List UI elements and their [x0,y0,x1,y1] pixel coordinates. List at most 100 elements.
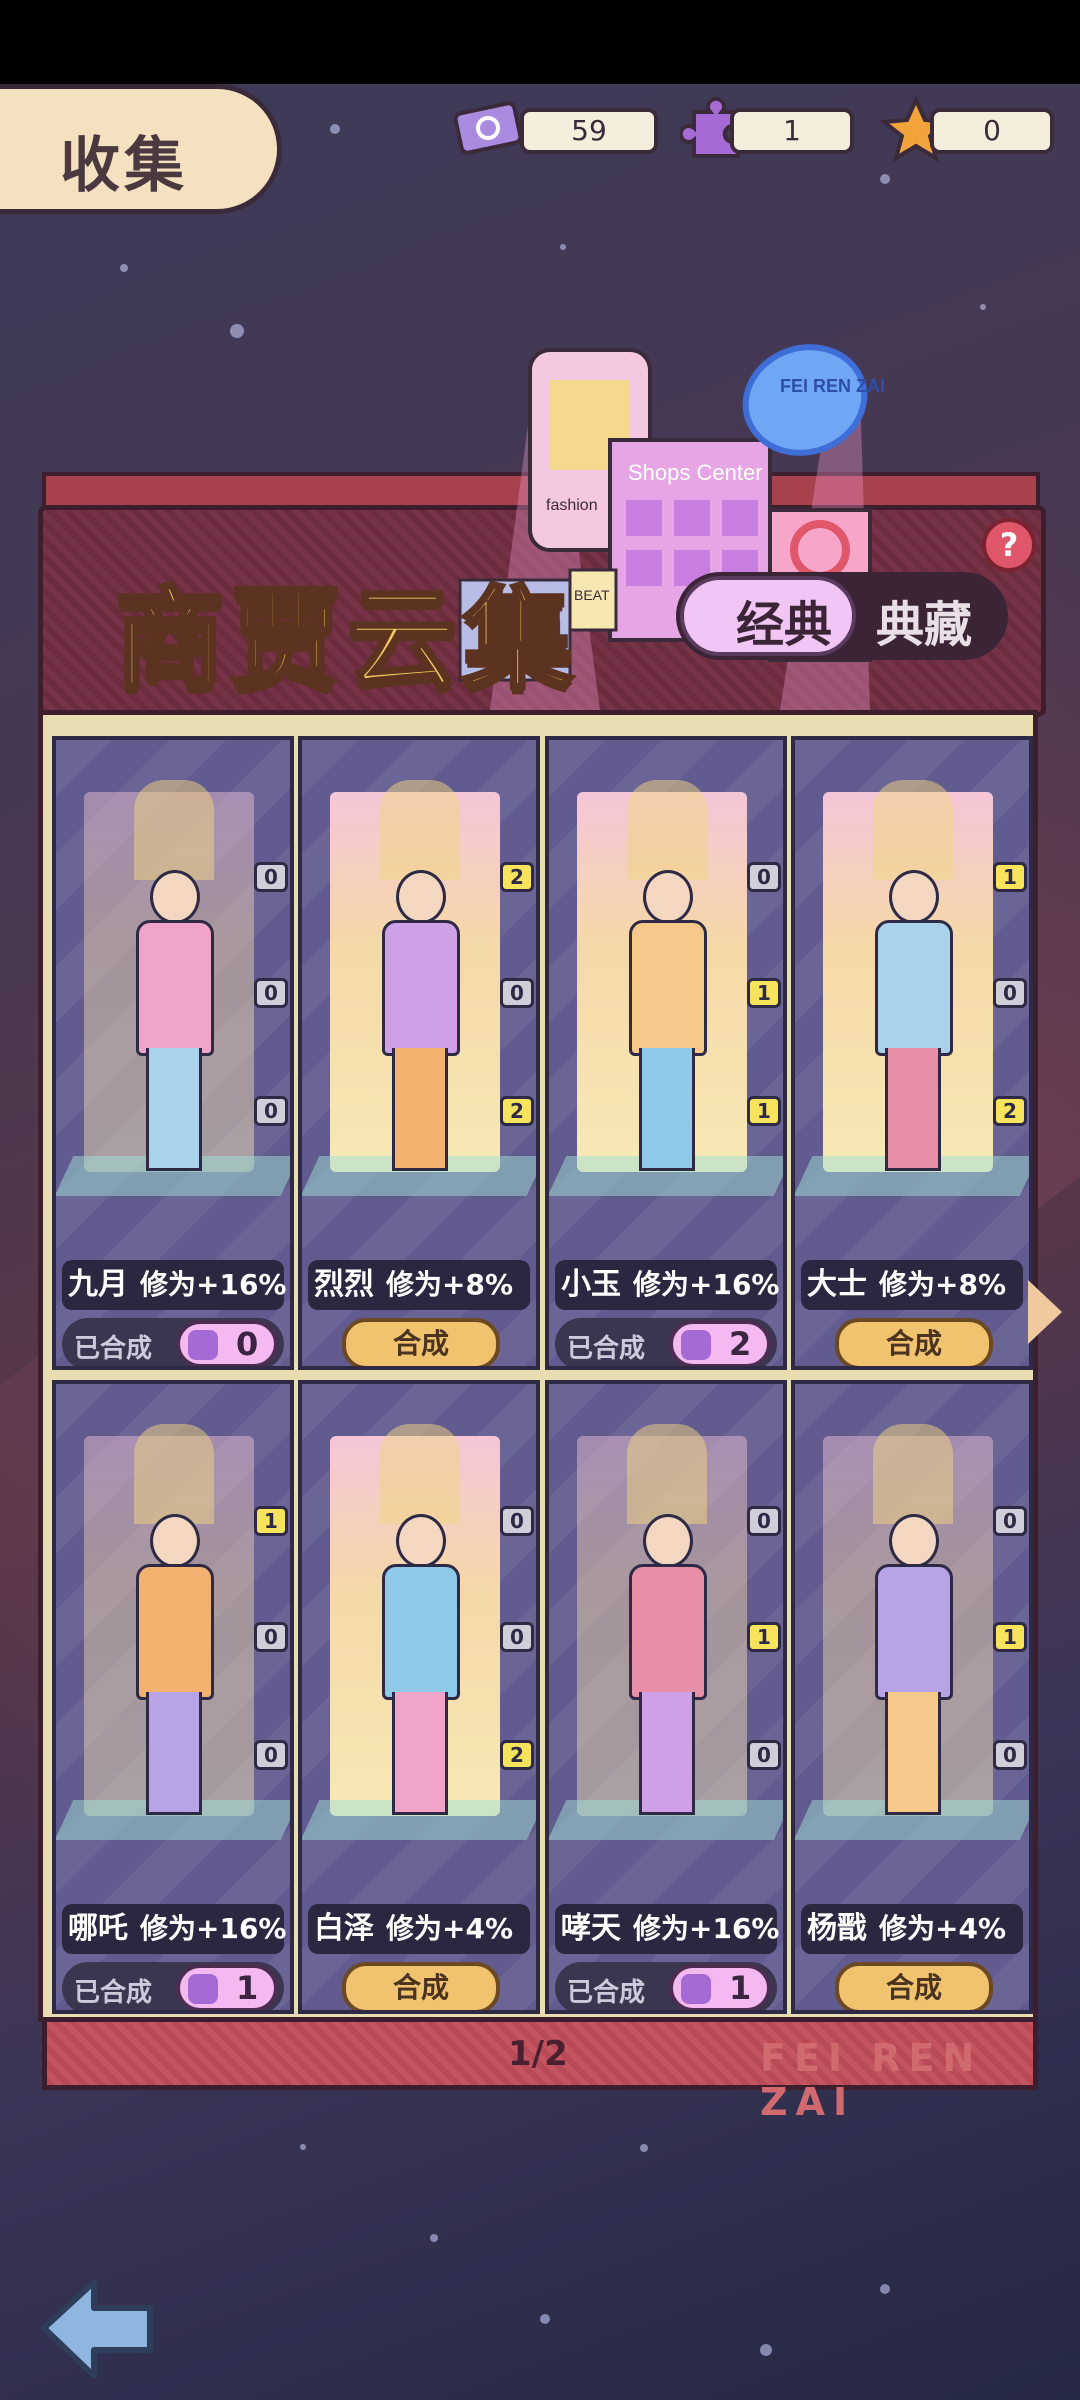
piece-count: 1 [729,1969,752,2007]
piece-count-badge: 1 [747,1622,781,1652]
piece-count-badge: 0 [993,1506,1027,1536]
piece-count-pill[interactable]: 1 [176,1964,278,2010]
cultivation-bonus: 修为+8% [386,1268,513,1301]
character-name: 哪吒 [68,1911,128,1946]
tab-collection[interactable]: 典藏 [876,585,972,655]
banner-title: 商贾云集 [113,574,579,706]
puzzle-piece-icon [188,1330,218,1360]
character-name: 九月 [68,1267,128,1302]
back-button[interactable] [38,2272,158,2378]
piece-count-pill[interactable]: 2 [669,1320,771,1366]
synthesize-button[interactable]: 合成 [342,1962,500,2010]
fei-ren-zai-sign: FEI REN ZAI [780,376,885,396]
piece-count-pill[interactable]: 0 [176,1320,278,1366]
character-name-pill: 哪吒 修为+16% [62,1904,287,1954]
character-figure [126,870,216,1180]
cultivation-bonus: 修为+16% [140,1912,287,1945]
page-title: 收集 [60,131,188,201]
piece-count-badge: 0 [747,1740,781,1770]
character-card[interactable]: 1 0 0 哪吒 修为+16% 已合成 1 [52,1380,294,2014]
synthesized-label: 已合成 [74,1978,153,2008]
puzzle-piece-icon [681,1330,711,1360]
puzzle-piece-icon [681,1974,711,2004]
building-top [134,780,214,880]
piece-count-badge: 2 [500,1096,534,1126]
piece-count-badge: 0 [254,1096,288,1126]
character-name: 杨戬 [807,1911,867,1946]
character-figure [126,1514,216,1824]
piece-count: 1 [236,1969,259,2007]
synthesize-button[interactable]: 合成 [835,1318,993,1366]
character-name-pill: 哮天 修为+16% [555,1904,780,1954]
cultivation-bonus: 修为+8% [879,1268,1006,1301]
character-card[interactable]: 0 0 0 九月 修为+16% 已合成 0 [52,736,294,1370]
character-name: 烈烈 [314,1267,374,1302]
character-name-pill: 杨戬 修为+4% [801,1904,1023,1954]
piece-count-badge: 0 [254,862,288,892]
piece-count-badge: 0 [254,978,288,1008]
piece-count-badge: 1 [747,1096,781,1126]
piece-count-badge: 0 [993,1740,1027,1770]
tab-classic-label[interactable]: 经典 [736,585,832,655]
piece-count-badge: 2 [993,1096,1027,1126]
character-name-pill: 九月 修为+16% [62,1260,286,1310]
character-figure [372,1514,462,1824]
puzzle-piece-icon [188,1974,218,2004]
character-name: 哮天 [561,1911,621,1946]
character-name-pill: 白泽 修为+4% [308,1904,530,1954]
character-figure [619,1514,709,1824]
character-name: 小玉 [561,1267,621,1302]
cultivation-bonus: 修为+4% [879,1912,1006,1945]
building-top [380,1424,460,1524]
character-name: 白泽 [314,1911,374,1946]
help-button[interactable]: ? [982,518,1036,572]
character-card[interactable]: 2 0 2 烈烈 修为+8% 合成 [298,736,540,1370]
piece-count-badge: 0 [747,862,781,892]
building-top [873,1424,953,1524]
ticket-counter: 59 [520,108,658,154]
building-top [627,1424,707,1524]
synthesized-label: 已合成 [567,1978,646,2008]
building-top [873,780,953,880]
synthesized-label: 已合成 [567,1334,646,1364]
piece-count-badge: 2 [500,862,534,892]
piece-count-badge: 1 [993,1622,1027,1652]
page-title-tab: 收集 [0,84,282,214]
character-card[interactable]: 0 0 2 白泽 修为+4% 合成 [298,1380,540,2014]
character-card[interactable]: 0 1 0 杨戬 修为+4% 合成 [791,1380,1033,2014]
character-figure [865,1514,955,1824]
character-name-pill: 烈烈 修为+8% [308,1260,530,1310]
cultivation-bonus: 修为+16% [633,1268,780,1301]
piece-count-pill[interactable]: 1 [669,1964,771,2010]
shops-center-sign: Shops Center [628,460,763,485]
beat-sign: BEAT [574,587,610,603]
piece-count-badge: 0 [500,1622,534,1652]
character-name-pill: 大士 修为+8% [801,1260,1023,1310]
building-top [134,1424,214,1524]
synthesize-button[interactable]: 合成 [342,1318,500,1366]
character-card[interactable]: 1 0 2 大士 修为+8% 合成 [791,736,1033,1370]
fashion-sign: fashion [546,497,598,514]
character-figure [865,870,955,1180]
piece-count: 0 [236,1325,259,1363]
next-page-arrow[interactable] [1028,1280,1062,1344]
character-card[interactable]: 0 1 0 哮天 修为+16% 已合成 1 [545,1380,787,2014]
character-figure [619,870,709,1180]
piece-count-badge: 0 [993,978,1027,1008]
piece-count-badge: 0 [747,1506,781,1536]
piece-count-badge: 0 [254,1622,288,1652]
character-name-pill: 小玉 修为+16% [555,1260,780,1310]
cultivation-bonus: 修为+16% [633,1912,780,1945]
piece-count-badge: 1 [747,978,781,1008]
cultivation-bonus: 修为+4% [386,1912,513,1945]
page-indicator: 1/2 [508,2034,568,2074]
synthesize-button[interactable]: 合成 [835,1962,993,2010]
pager-watermark: FEI REN ZAI [760,2036,983,2124]
character-card[interactable]: 0 1 1 小玉 修为+16% 已合成 2 [545,736,787,1370]
puzzle-counter: 1 [730,108,854,154]
star-counter: 0 [930,108,1054,154]
piece-count-badge: 0 [500,978,534,1008]
character-figure [372,870,462,1180]
ticket-icon [453,101,523,155]
synthesized-label: 已合成 [74,1334,153,1364]
